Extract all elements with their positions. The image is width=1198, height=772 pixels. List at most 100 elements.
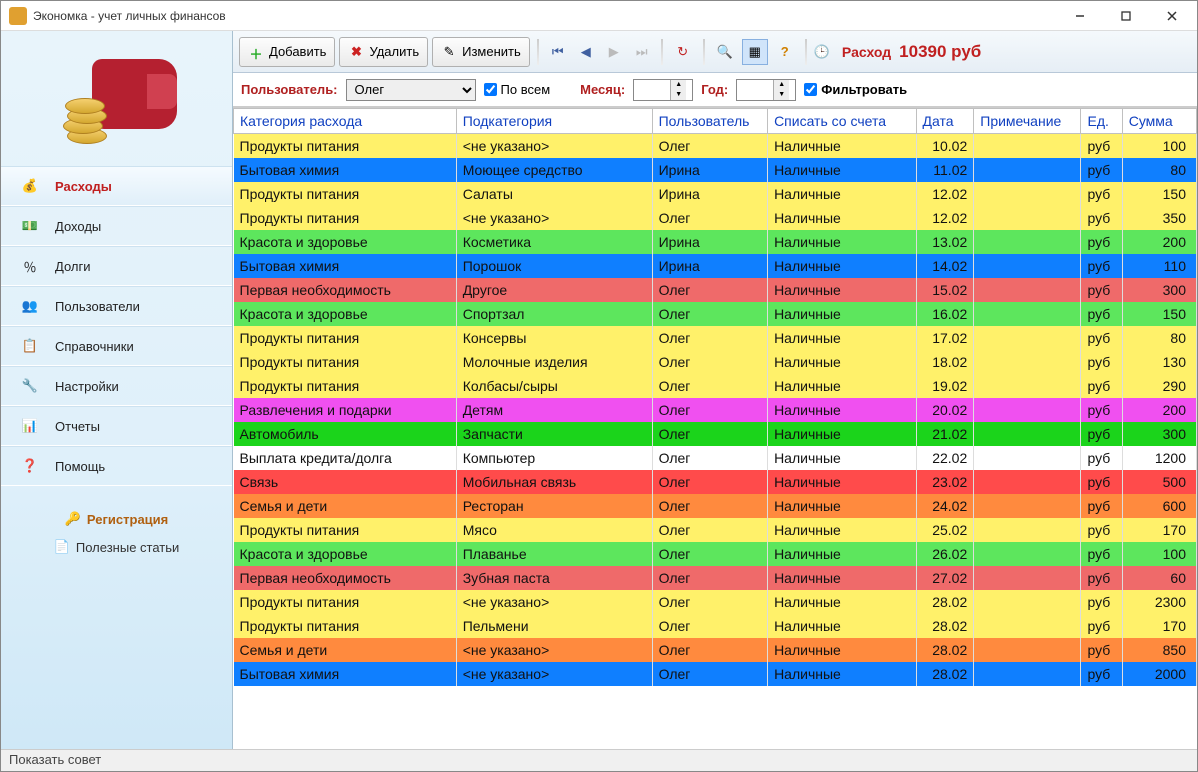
registration-link[interactable]: 🔑 Регистрация <box>65 511 169 527</box>
table-cell: 110 <box>1122 254 1196 278</box>
table-cell: Продукты питания <box>234 182 457 206</box>
table-row[interactable]: Красота и здоровьеПлаваньеОлегНаличные26… <box>234 542 1197 566</box>
minimize-button[interactable] <box>1057 2 1103 30</box>
refresh-button[interactable]: ↻ <box>670 39 696 65</box>
table-row[interactable]: Продукты питанияСалатыИринаНаличные12.02… <box>234 182 1197 206</box>
edit-button[interactable]: ✎ Изменить <box>432 37 530 67</box>
sidebar-item-5[interactable]: 🔧Настройки <box>1 366 232 406</box>
table-cell: 22.02 <box>916 446 974 470</box>
table-cell: 12.02 <box>916 206 974 230</box>
table-row[interactable]: Семья и детиРесторанОлегНаличные24.02руб… <box>234 494 1197 518</box>
delete-button[interactable]: ✖ Удалить <box>339 37 428 67</box>
table-row[interactable]: Развлечения и подаркиДетямОлегНаличные20… <box>234 398 1197 422</box>
table-cell: руб <box>1081 326 1122 350</box>
table-cell: Ирина <box>652 254 767 278</box>
table-cell: 28.02 <box>916 662 974 686</box>
table-cell <box>974 662 1081 686</box>
spin-up-icon[interactable]: ▲ <box>773 80 789 90</box>
column-header[interactable]: Примечание <box>974 109 1081 134</box>
table-row[interactable]: Красота и здоровьеСпортзалОлегНаличные16… <box>234 302 1197 326</box>
nav-last-button[interactable]: ⏭ <box>630 39 654 65</box>
table-cell: Ресторан <box>456 494 652 518</box>
table-row[interactable]: Продукты питанияКонсервыОлегНаличные17.0… <box>234 326 1197 350</box>
column-header[interactable]: Пользователь <box>652 109 767 134</box>
table-cell: 290 <box>1122 374 1196 398</box>
table-cell <box>974 494 1081 518</box>
table-cell <box>974 638 1081 662</box>
table-cell: Олег <box>652 134 767 158</box>
maximize-button[interactable] <box>1103 2 1149 30</box>
month-field[interactable] <box>634 80 670 100</box>
table-row[interactable]: Первая необходимостьДругоеОлегНаличные15… <box>234 278 1197 302</box>
all-users-checkbox[interactable]: По всем <box>484 82 551 97</box>
table-cell <box>974 350 1081 374</box>
table-row[interactable]: Красота и здоровьеКосметикаИринаНаличные… <box>234 230 1197 254</box>
search-button[interactable]: 🔍 <box>712 39 738 65</box>
column-header[interactable]: Списать со счета <box>768 109 916 134</box>
nav-first-button[interactable]: ⏮ <box>546 39 570 65</box>
table-cell: 150 <box>1122 302 1196 326</box>
year-field[interactable] <box>737 80 773 100</box>
table-cell: руб <box>1081 398 1122 422</box>
table-cell: Наличные <box>768 134 916 158</box>
table-cell: руб <box>1081 614 1122 638</box>
table-row[interactable]: Выплата кредита/долгаКомпьютерОлегНаличн… <box>234 446 1197 470</box>
nav-label: Доходы <box>55 219 101 234</box>
table-cell: Олег <box>652 590 767 614</box>
articles-link[interactable]: 📄 Полезные статьи <box>54 539 180 555</box>
column-header[interactable]: Ед. <box>1081 109 1122 134</box>
spin-down-icon[interactable]: ▼ <box>670 90 686 100</box>
year-filter-label: Год: <box>701 82 728 97</box>
table-button[interactable]: ▦ <box>742 39 768 65</box>
table-cell: руб <box>1081 590 1122 614</box>
table-cell <box>974 566 1081 590</box>
sidebar-item-6[interactable]: 📊Отчеты <box>1 406 232 446</box>
table-row[interactable]: Продукты питания<не указано>ОлегНаличные… <box>234 206 1197 230</box>
column-header[interactable]: Подкатегория <box>456 109 652 134</box>
table-cell: 170 <box>1122 614 1196 638</box>
year-spinner[interactable]: ▲▼ <box>736 79 796 101</box>
data-grid[interactable]: Категория расходаПодкатегорияПользовател… <box>233 107 1197 749</box>
table-row[interactable]: Бытовая химияПорошокИринаНаличные14.02ру… <box>234 254 1197 278</box>
table-cell: Олег <box>652 470 767 494</box>
spin-down-icon[interactable]: ▼ <box>773 90 789 100</box>
table-row[interactable]: Первая необходимостьЗубная пастаОлегНали… <box>234 566 1197 590</box>
close-button[interactable] <box>1149 2 1195 30</box>
table-row[interactable]: АвтомобильЗапчастиОлегНаличные21.02руб30… <box>234 422 1197 446</box>
table-row[interactable]: Продукты питания<не указано>ОлегНаличные… <box>234 134 1197 158</box>
table-row[interactable]: Бытовая химияМоющее средствоИринаНаличны… <box>234 158 1197 182</box>
help-button[interactable]: ? <box>772 39 798 65</box>
nav-next-button[interactable]: ▶ <box>602 39 626 65</box>
table-cell: 28.02 <box>916 638 974 662</box>
table-cell: Наличные <box>768 302 916 326</box>
sidebar-item-7[interactable]: ❓Помощь <box>1 446 232 486</box>
filter-checkbox[interactable]: Фильтровать <box>804 82 907 97</box>
table-row[interactable]: СвязьМобильная связьОлегНаличные23.02руб… <box>234 470 1197 494</box>
nav-prev-button[interactable]: ◀ <box>574 39 598 65</box>
add-button[interactable]: ＋ Добавить <box>239 37 335 67</box>
user-filter-select[interactable]: Олег <box>346 79 476 101</box>
sidebar-item-4[interactable]: 📋Справочники <box>1 326 232 366</box>
table-row[interactable]: Семья и дети<не указано>ОлегНаличные28.0… <box>234 638 1197 662</box>
table-row[interactable]: Продукты питанияМолочные изделияОлегНали… <box>234 350 1197 374</box>
table-row[interactable]: ▸Бытовая химия<не указано>ОлегНаличные28… <box>234 662 1197 686</box>
articles-label: Полезные статьи <box>76 540 179 555</box>
sidebar-item-2[interactable]: ％Долги <box>1 246 232 286</box>
table-row[interactable]: Продукты питанияКолбасы/сырыОлегНаличные… <box>234 374 1197 398</box>
spin-up-icon[interactable]: ▲ <box>670 80 686 90</box>
column-header[interactable]: Сумма <box>1122 109 1196 134</box>
column-header[interactable]: Категория расхода <box>234 109 457 134</box>
table-row[interactable]: Продукты питанияПельмениОлегНаличные28.0… <box>234 614 1197 638</box>
nav-label: Пользователи <box>55 299 140 314</box>
table-cell: 80 <box>1122 326 1196 350</box>
month-spinner[interactable]: ▲▼ <box>633 79 693 101</box>
table-cell: Наличные <box>768 182 916 206</box>
table-row[interactable]: Продукты питанияМясоОлегНаличные25.02руб… <box>234 518 1197 542</box>
sidebar-item-3[interactable]: 👥Пользователи <box>1 286 232 326</box>
table-cell: Моющее средство <box>456 158 652 182</box>
table-cell: Салаты <box>456 182 652 206</box>
table-row[interactable]: Продукты питания<не указано>ОлегНаличные… <box>234 590 1197 614</box>
column-header[interactable]: Дата <box>916 109 974 134</box>
sidebar-item-1[interactable]: 💵Доходы <box>1 206 232 246</box>
sidebar-item-0[interactable]: 💰Расходы <box>1 166 232 206</box>
